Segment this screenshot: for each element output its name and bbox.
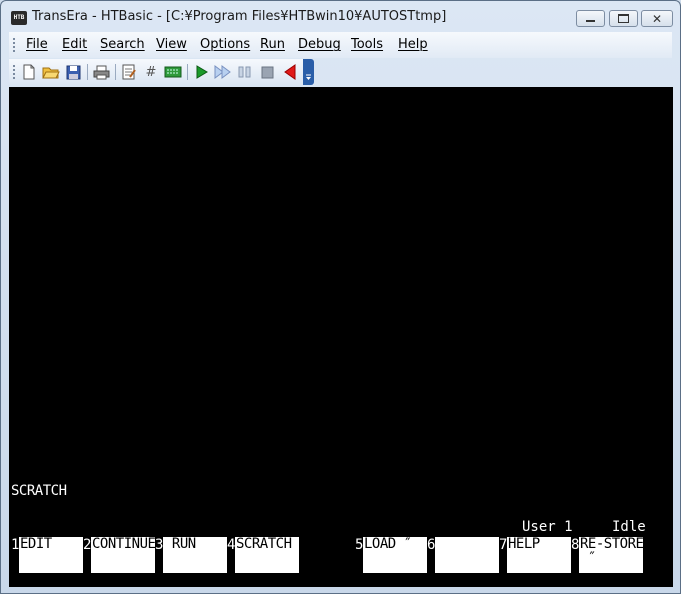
softkey-7[interactable]: HELP	[507, 537, 571, 573]
softkey-5[interactable]: LOAD ″	[363, 537, 427, 573]
terminal-screen[interactable]: SCRATCH User 1 Idle 1 EDIT 2 CONTINUE 3 …	[9, 87, 673, 587]
softkey-6[interactable]	[435, 537, 499, 573]
minimize-icon	[586, 20, 595, 22]
hash-icon[interactable]: #	[142, 63, 160, 81]
toolbar-separator	[87, 64, 88, 80]
run-icon[interactable]	[193, 63, 211, 81]
menu-view[interactable]: View	[156, 37, 187, 52]
pause-icon[interactable]	[236, 63, 254, 81]
menu-tools[interactable]: Tools	[351, 37, 383, 52]
status-user: User 1	[522, 519, 573, 535]
print-icon[interactable]	[92, 63, 110, 81]
menu-help[interactable]: Help	[398, 37, 428, 52]
maximize-button[interactable]	[609, 10, 638, 27]
toolbar-separator	[187, 64, 188, 80]
window-title: TransEra - HTBasic - [C:¥Program Files¥H…	[32, 9, 447, 24]
maximize-icon	[618, 14, 629, 23]
softkey-1[interactable]: EDIT	[19, 537, 83, 573]
menu-debug[interactable]: Debug	[298, 37, 341, 52]
chevron-down-icon	[306, 74, 311, 80]
toolbar: #	[9, 59, 314, 85]
status-state: Idle	[612, 519, 646, 535]
new-icon[interactable]	[20, 63, 38, 81]
menu-search[interactable]: Search	[100, 37, 145, 52]
continue-icon[interactable]	[214, 63, 232, 81]
terminal-command-line: SCRATCH	[11, 483, 67, 499]
open-icon[interactable]	[42, 63, 60, 81]
softkey-3[interactable]: RUN	[163, 537, 227, 573]
minimize-button[interactable]	[576, 10, 605, 27]
menu-options[interactable]: Options	[200, 37, 250, 52]
app-window: HTB TransEra - HTBasic - [C:¥Program Fil…	[0, 0, 681, 594]
stop-icon[interactable]	[258, 63, 276, 81]
menu-file[interactable]: File	[26, 37, 48, 52]
softkey-2[interactable]: CONTINUE	[91, 537, 155, 573]
toolbar-overflow-button[interactable]	[303, 59, 314, 85]
menu-run[interactable]: Run	[260, 37, 285, 52]
menu-bar: File Edit Search View Options Run Debug …	[9, 32, 672, 58]
close-button[interactable]: ✕	[641, 10, 673, 27]
app-icon: HTB	[11, 11, 27, 25]
menubar-grip[interactable]	[13, 38, 15, 52]
save-icon[interactable]	[64, 63, 82, 81]
softkey-8[interactable]: RE-STORE ″	[579, 537, 643, 573]
close-icon: ✕	[651, 11, 663, 26]
toolbar-separator	[115, 64, 116, 80]
edit-document-icon[interactable]	[120, 63, 138, 81]
keyboard-icon[interactable]	[164, 63, 182, 81]
title-bar[interactable]: HTB TransEra - HTBasic - [C:¥Program Fil…	[1, 1, 680, 31]
menu-edit[interactable]: Edit	[62, 37, 87, 52]
step-back-icon[interactable]	[281, 63, 299, 81]
softkey-4[interactable]: SCRATCH	[235, 537, 299, 573]
toolbar-grip[interactable]	[13, 65, 15, 79]
